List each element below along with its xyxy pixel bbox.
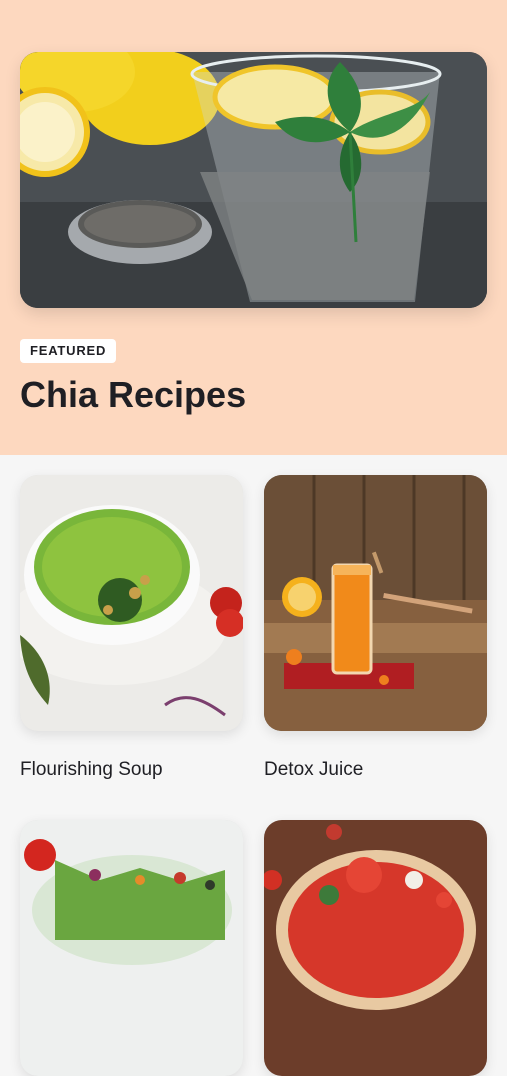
pizza-image bbox=[264, 820, 487, 1076]
chia-water-image bbox=[20, 52, 487, 308]
recipe-label-flourishing-soup[interactable]: Flourishing Soup bbox=[20, 758, 163, 782]
recipe-card-salad[interactable] bbox=[20, 820, 243, 1076]
salad-image bbox=[20, 820, 243, 1076]
featured-badge: FEATURED bbox=[20, 339, 117, 363]
orange-juice-image bbox=[264, 475, 487, 731]
featured-recipe-card[interactable] bbox=[20, 52, 487, 308]
featured-title[interactable]: Chia Recipes bbox=[20, 372, 246, 418]
featured-section: FEATURED Chia Recipes bbox=[0, 0, 507, 455]
recipe-card-pizza[interactable] bbox=[264, 820, 487, 1076]
recipe-card-flourishing-soup[interactable] bbox=[20, 475, 243, 731]
recipe-label-detox-juice[interactable]: Detox Juice bbox=[264, 758, 363, 782]
recipe-card-detox-juice[interactable] bbox=[264, 475, 487, 731]
green-soup-image bbox=[20, 475, 243, 731]
